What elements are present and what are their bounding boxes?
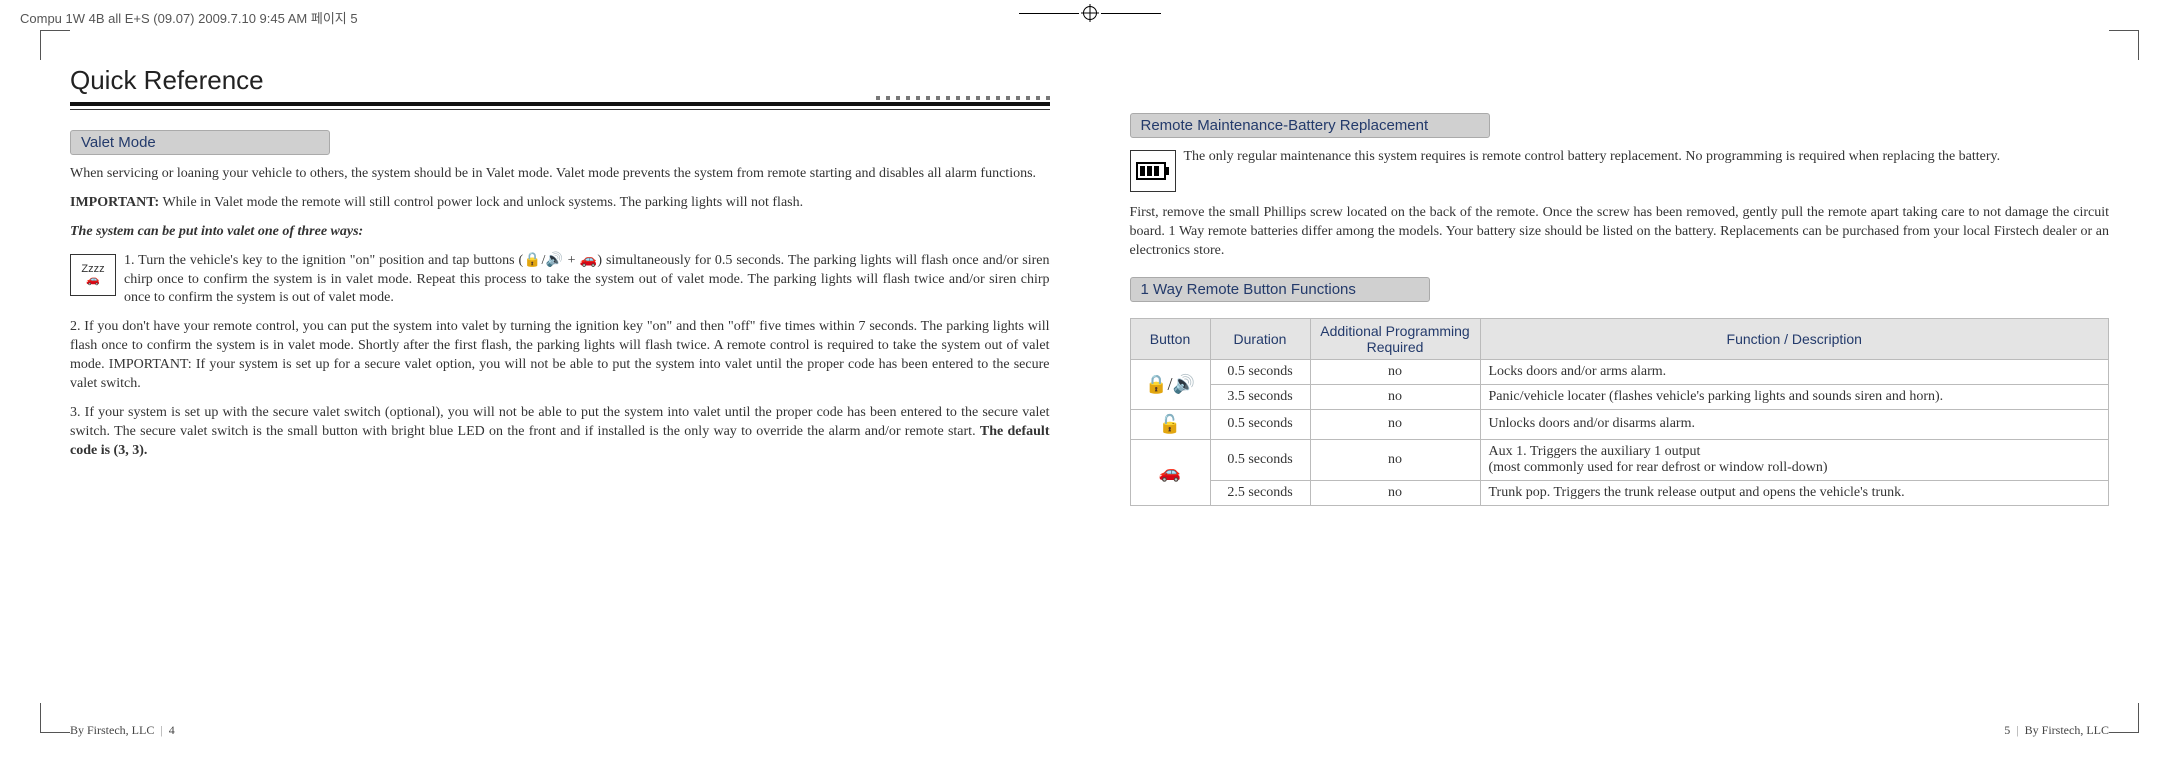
- page-footer-right: 5|By Firstech, LLC: [2004, 723, 2109, 738]
- print-header-text: Compu 1W 4B all E+S (09.07) 2009.7.10 9:…: [20, 8, 358, 27]
- battery-icon: [1130, 150, 1176, 192]
- th-desc: Function / Description: [1480, 318, 2109, 359]
- right-page: Remote Maintenance-Battery Replacement T…: [1120, 55, 2120, 708]
- table-row: 🔓 0.5 seconds no Unlocks doors and/or di…: [1130, 409, 2109, 439]
- valet-step-3: 3. If your system is set up with the sec…: [70, 404, 1050, 461]
- title-rule: [70, 100, 1050, 112]
- lock-sound-icon: 🔒/🔊: [1130, 359, 1210, 409]
- left-page: Quick Reference Valet Mode When servicin…: [60, 55, 1060, 708]
- battery-intro: The only regular maintenance this system…: [1130, 148, 2110, 194]
- valet-step-2: 2. If you don't have your remote control…: [70, 318, 1050, 394]
- th-duration: Duration: [1210, 318, 1310, 359]
- sleep-car-icon: Zzzz🚗: [70, 254, 116, 296]
- valet-intro: When servicing or loaning your vehicle t…: [70, 165, 1050, 184]
- button-functions-table: Button Duration Additional Programming R…: [1130, 318, 2110, 506]
- car-icon: 🚗: [1130, 439, 1210, 505]
- th-button: Button: [1130, 318, 1210, 359]
- valet-important: IMPORTANT: While in Valet mode the remot…: [70, 194, 1050, 213]
- unlock-icon: 🔓: [1130, 409, 1210, 439]
- valet-subhead: The system can be put into valet one of …: [70, 223, 1050, 242]
- table-row: 🔒/🔊 0.5 seconds no Locks doors and/or ar…: [1130, 359, 2109, 384]
- th-prog: Additional Programming Required: [1310, 318, 1480, 359]
- section-heading-buttons: 1 Way Remote Button Functions: [1130, 277, 1430, 302]
- page-footer-left: By Firstech, LLC|4: [70, 723, 175, 738]
- section-heading-maintenance: Remote Maintenance-Battery Replacement: [1130, 113, 1490, 138]
- table-row: 2.5 seconds no Trunk pop. Triggers the t…: [1130, 480, 2109, 505]
- registration-mark-icon: [1019, 6, 1161, 20]
- table-row: 🚗 0.5 seconds no Aux 1. Triggers the aux…: [1130, 439, 2109, 480]
- page-title: Quick Reference: [70, 65, 1050, 96]
- section-heading-valet: Valet Mode: [70, 130, 330, 155]
- table-row: 3.5 seconds no Panic/vehicle locater (fl…: [1130, 384, 2109, 409]
- important-text: While in Valet mode the remote will stil…: [162, 195, 803, 210]
- important-label: IMPORTANT:: [70, 195, 159, 210]
- valet-step-1: Zzzz🚗 1. Turn the vehicle's key to the i…: [70, 252, 1050, 309]
- battery-instructions: First, remove the small Phillips screw l…: [1130, 204, 2110, 261]
